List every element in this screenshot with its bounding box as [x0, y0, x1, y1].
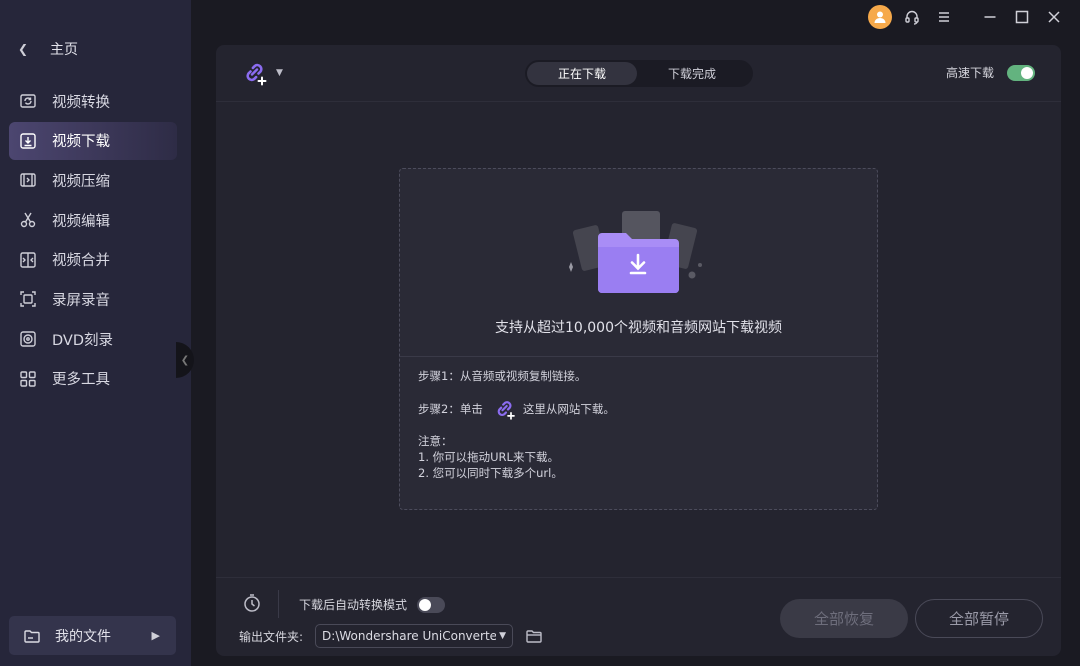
video-convert-icon	[19, 92, 37, 110]
sidebar-item-label: 视频下载	[52, 134, 110, 151]
step-2-prefix: 步骤2：单击	[418, 402, 483, 416]
support-button[interactable]	[900, 5, 924, 29]
close-button[interactable]	[1042, 5, 1066, 29]
notes-title: 注意：	[418, 434, 453, 448]
minimize-icon	[984, 16, 996, 18]
high-speed-download: 高速下载	[946, 64, 1035, 81]
home-label: 主页	[50, 42, 78, 58]
output-folder-label: 输出文件夹:	[239, 629, 304, 644]
sidebar-item-label: 录屏录音	[52, 292, 110, 309]
avatar	[868, 5, 892, 29]
download-instructions: 步骤1：从音频或视频复制链接。 步骤2：单击 这里从网站下载。 注意： 1. 你…	[418, 368, 615, 481]
tab-finished[interactable]: 下载完成	[637, 62, 747, 85]
sidebar-item-label: 视频编辑	[52, 213, 110, 230]
timer-icon[interactable]	[242, 593, 262, 613]
menu-button[interactable]	[932, 5, 956, 29]
close-icon	[1048, 11, 1060, 23]
tab-downloading[interactable]: 正在下载	[527, 62, 637, 85]
sidebar-item-label: DVD刻录	[52, 332, 113, 349]
add-url-button[interactable]: ▼	[241, 59, 283, 87]
add-link-icon	[246, 63, 267, 86]
panel-footer: 下载后自动转换模式 输出文件夹: D:\Wondershare UniConve…	[216, 577, 1061, 656]
chevron-down-icon: ▼	[499, 631, 507, 641]
dvd-icon	[19, 330, 37, 348]
output-folder-select[interactable]: D:\Wondershare UniConverter ▼	[315, 624, 514, 648]
minimize-button[interactable]	[978, 5, 1002, 29]
sidebar-collapse-handle[interactable]: ❮	[176, 342, 194, 378]
sidebar: ❮ 主页 视频转换 视频下载 视频压缩 视频编辑 视频合并 录屏录音 DVD刻录…	[0, 0, 191, 666]
panel-header: ▼ 正在下载 下载完成 高速下载	[216, 45, 1061, 102]
video-download-icon	[19, 132, 37, 150]
step-1-text: 步骤1：从音频或视频复制链接。	[418, 369, 587, 383]
home-link[interactable]: ❮ 主页	[18, 38, 78, 60]
resume-all-button[interactable]: 全部恢复	[780, 599, 908, 638]
video-compress-icon	[19, 171, 37, 189]
download-tabs: 正在下载 下载完成	[525, 60, 753, 87]
sidebar-item-video-download[interactable]: 视频下载	[9, 121, 177, 160]
high-speed-toggle[interactable]	[1007, 64, 1035, 81]
auto-convert-setting: 下载后自动转换模式	[299, 596, 446, 613]
sidebar-item-label: 视频转换	[52, 94, 110, 111]
notes: 注意： 1. 你可以拖动URL来下载。 2. 您可以同时下载多个url。	[418, 433, 615, 481]
url-drop-area[interactable]: 支持从超过10,000个视频和音频网站下载视频 步骤1：从音频或视频复制链接。 …	[399, 168, 878, 510]
download-folder-illustration	[569, 211, 702, 293]
sidebar-item-label: 更多工具	[52, 372, 110, 389]
my-files-label: 我的文件	[55, 628, 111, 645]
scissors-icon	[19, 211, 37, 229]
sidebar-item-more-tools[interactable]: 更多工具	[9, 360, 177, 398]
drop-area-header: 支持从超过10,000个视频和音频网站下载视频	[400, 169, 877, 357]
open-folder-icon[interactable]	[525, 627, 543, 645]
chevron-left-icon: ❮	[18, 42, 29, 56]
output-folder-row: 输出文件夹: D:\Wondershare UniConverter ▼	[239, 624, 543, 648]
grid-tools-icon	[19, 370, 37, 388]
pause-all-button[interactable]: 全部暂停	[915, 599, 1043, 638]
sidebar-item-video-merge[interactable]: 视频合并	[9, 241, 177, 279]
step-2: 步骤2：单击 这里从网站下载。	[418, 397, 615, 421]
video-merge-icon	[19, 251, 37, 269]
folder-icon	[23, 627, 41, 645]
hamburger-menu-icon	[939, 12, 949, 22]
chevron-right-icon: ▶	[151, 629, 160, 642]
footer-divider	[278, 590, 279, 618]
add-link-icon	[493, 397, 517, 421]
maximize-icon	[1015, 10, 1029, 24]
auto-convert-toggle[interactable]	[417, 596, 446, 613]
sidebar-item-video-edit[interactable]: 视频编辑	[9, 201, 177, 239]
auto-convert-label: 下载后自动转换模式	[299, 598, 408, 612]
sidebar-item-label: 视频压缩	[52, 173, 110, 190]
high-speed-label: 高速下载	[945, 66, 994, 80]
title-bar	[860, 5, 1066, 29]
note-2: 2. 您可以同时下载多个url。	[418, 466, 563, 480]
maximize-button[interactable]	[1010, 5, 1034, 29]
screen-record-icon	[19, 290, 37, 308]
sidebar-item-video-convert[interactable]: 视频转换	[9, 82, 177, 120]
note-1: 1. 你可以拖动URL来下载。	[418, 450, 559, 464]
drop-area-title: 支持从超过10,000个视频和音频网站下载视频	[495, 320, 782, 336]
account-button[interactable]	[868, 5, 892, 29]
sidebar-item-screen-record[interactable]: 录屏录音	[9, 280, 177, 318]
headset-icon	[905, 10, 919, 25]
sidebar-nav: 视频转换 视频下载 视频压缩 视频编辑 视频合并 录屏录音 DVD刻录 更多工具	[9, 82, 177, 400]
dropdown-caret-icon[interactable]: ▼	[276, 68, 283, 78]
my-files-button[interactable]: 我的文件 ▶	[9, 616, 176, 655]
sidebar-item-dvd-burn[interactable]: DVD刻录	[9, 320, 177, 358]
sidebar-item-video-compress[interactable]: 视频压缩	[9, 161, 177, 199]
step-2-suffix: 这里从网站下载。	[522, 402, 615, 416]
sidebar-item-label: 视频合并	[52, 253, 110, 270]
download-panel: ▼ 正在下载 下载完成 高速下载 支持从超过10,000个视频和音频网站下载视频…	[216, 45, 1061, 656]
output-folder-path: D:\Wondershare UniConverter	[322, 629, 497, 643]
